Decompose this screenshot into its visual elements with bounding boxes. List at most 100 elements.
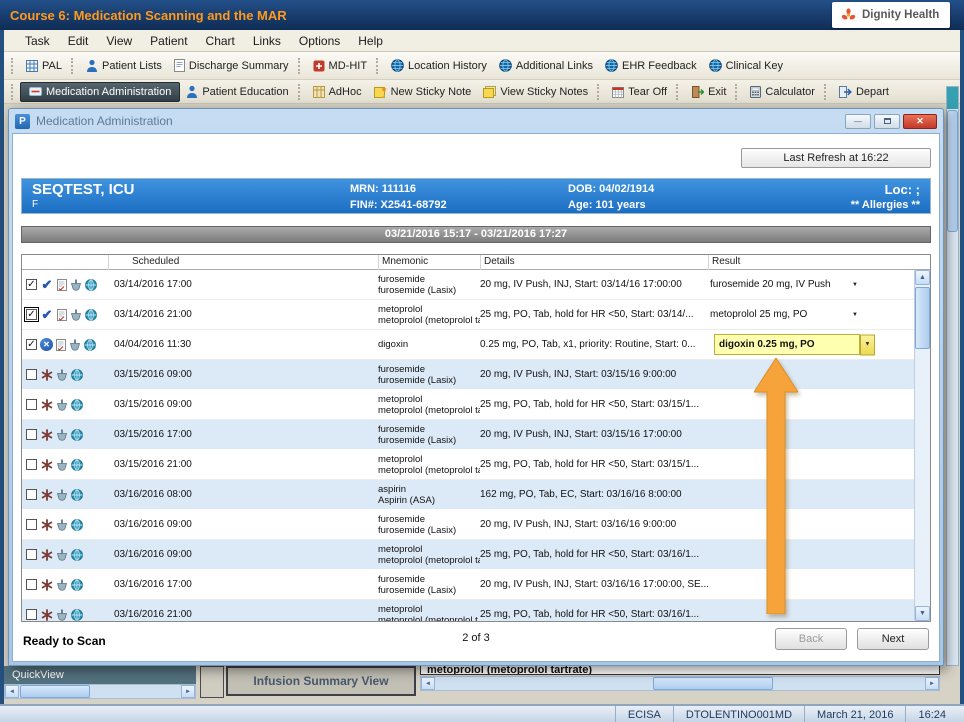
scroll-right-arrow-icon[interactable]: ► [925,677,939,690]
row-checkbox[interactable] [26,579,37,590]
table-row[interactable]: ✕ 04/04/2016 11:30 digoxin 0.25 mg, PO, … [22,330,914,360]
table-row[interactable]: 03/15/2016 09:00 metoprolol metoprolol (… [22,390,914,420]
quickview-tab[interactable]: QuickView [4,666,196,684]
menu-edit[interactable]: Edit [59,32,98,50]
row-checkbox[interactable] [26,369,37,380]
toolbar-calculator-button[interactable]: Calculator [744,84,821,100]
medication-strip-scrollbar[interactable]: ◄ ► [420,676,940,691]
table-row[interactable]: 03/16/2016 09:00 metoprolol metoprolol (… [22,540,914,570]
scrollbar-thumb[interactable] [653,677,773,690]
header-details[interactable]: Details [484,256,515,267]
toolbar-pal-button[interactable]: PAL [20,58,68,74]
toolbar-depart-button[interactable]: Depart [833,84,895,100]
table-row[interactable]: 03/15/2016 09:00 furosemide furosemide (… [22,360,914,390]
table-row[interactable]: 03/16/2016 08:00 aspirin Aspirin (ASA) 1… [22,480,914,510]
table-row[interactable]: 03/16/2016 21:00 metoprolol metoprolol (… [22,600,914,621]
result-cell[interactable] [708,510,914,539]
result-cell[interactable] [708,600,914,621]
row-checkbox[interactable] [26,309,37,320]
last-refresh-button[interactable]: Last Refresh at 16:22 [741,148,931,168]
result-cell[interactable] [708,420,914,449]
row-checkbox[interactable] [26,489,37,500]
restore-button[interactable] [874,114,900,129]
toolbar-md-hit-button[interactable]: MD-HIT [307,58,374,74]
scrollbar-thumb[interactable] [915,287,930,349]
scroll-left-arrow-icon[interactable]: ◄ [421,677,435,690]
toolbar-new-sticky-note-button[interactable]: New Sticky Note [368,84,478,100]
table-row[interactable]: 03/15/2016 21:00 metoprolol metoprolol (… [22,450,914,480]
dropdown-arrow-icon[interactable]: ▼ [852,282,858,288]
result-cell[interactable]: metoprolol 25 mg, PO ▼ [708,300,914,329]
row-icons [22,459,110,471]
header-result[interactable]: Result [712,256,740,267]
row-checkbox[interactable] [26,339,37,350]
result-cell[interactable] [708,360,914,389]
mnemonic-cell: aspirin Aspirin (ASA) [378,484,480,506]
dropdown-arrow-icon[interactable]: ▼ [860,334,875,355]
row-checkbox[interactable] [26,399,37,410]
table-row[interactable]: ✔ 03/14/2016 17:00 furosemide furosemide… [22,270,914,300]
toolbar-view-sticky-notes-button[interactable]: View Sticky Notes [477,84,594,100]
result-cell[interactable] [708,390,914,419]
table-vertical-scrollbar[interactable]: ▲ ▼ [914,270,930,621]
next-button[interactable]: Next [857,628,929,650]
table-row[interactable]: ✔ 03/14/2016 21:00 metoprolol metoprolol… [22,300,914,330]
quickview-scrollbar[interactable]: ◄ ► [4,684,196,699]
table-row[interactable]: 03/15/2016 17:00 furosemide furosemide (… [22,420,914,450]
scrollbar-thumb[interactable] [947,110,958,232]
row-icons: ✔ [22,307,110,323]
menu-chart[interactable]: Chart [197,32,244,50]
close-button[interactable]: ✕ [903,114,937,129]
menu-patient[interactable]: Patient [141,32,196,50]
scroll-up-arrow-icon[interactable]: ▲ [915,270,930,285]
toolbar-grip [376,58,382,74]
drug-name: furosemide [378,514,480,525]
header-scheduled[interactable]: Scheduled [132,256,179,267]
back-button[interactable]: Back [775,628,847,650]
row-checkbox[interactable] [26,549,37,560]
row-checkbox[interactable] [26,429,37,440]
toolbar-medication-administration-button[interactable]: Medication Administration [20,82,180,102]
toolbar-ehr-feedback-button[interactable]: EHR Feedback [599,57,703,74]
result-cell[interactable] [708,480,914,509]
row-checkbox[interactable] [26,609,37,620]
toolbar-patient-education-button[interactable]: Patient Education [180,83,294,100]
infusion-summary-view-button[interactable]: Infusion Summary View [226,666,416,696]
toolbar-exit-button[interactable]: Exit [685,84,732,100]
drug-generic: metoprolol (metoprolol tar... [378,555,480,566]
result-cell[interactable] [708,540,914,569]
toolbar-location-history-button[interactable]: Location History [385,57,493,74]
dropdown-arrow-icon[interactable]: ▼ [852,312,858,318]
row-checkbox[interactable] [26,519,37,530]
scroll-left-arrow-icon[interactable]: ◄ [5,685,19,698]
toolbar-discharge-summary-button[interactable]: Discharge Summary [168,57,295,74]
row-checkbox[interactable] [26,279,37,290]
toolbar-adhoc-button[interactable]: AdHoc [307,84,368,100]
scroll-right-arrow-icon[interactable]: ► [181,685,195,698]
scrollbar-thumb[interactable] [20,685,90,698]
menu-view[interactable]: View [97,32,141,50]
toolbar-patient-lists-button[interactable]: Patient Lists [80,57,168,74]
row-checkbox[interactable] [26,459,37,470]
menu-task[interactable]: Task [16,32,59,50]
result-cell[interactable] [708,570,914,599]
menu-options[interactable]: Options [290,32,349,50]
result-cell[interactable]: digoxin 0.25 mg, PO ▼ [708,330,914,359]
minimize-button[interactable]: — [845,114,871,129]
globe-icon [605,59,618,72]
globe-clock-icon [71,609,83,621]
result-cell[interactable] [708,450,914,479]
table-row[interactable]: 03/16/2016 17:00 furosemide furosemide (… [22,570,914,600]
toolbar-tear-off-button[interactable]: Tear Off [606,84,673,100]
table-row[interactable]: 03/16/2016 09:00 furosemide furosemide (… [22,510,914,540]
menu-links[interactable]: Links [244,32,290,50]
toolbar-additional-links-button[interactable]: Additional Links [493,57,599,74]
window-title-bar[interactable]: P Medication Administration — ✕ [9,109,943,133]
result-cell[interactable]: furosemide 20 mg, IV Push ▼ [708,270,914,299]
menu-help[interactable]: Help [349,32,392,50]
drug-generic: furosemide (Lasix) [378,525,480,536]
app-vertical-scrollbar[interactable] [946,86,959,666]
toolbar-clinical-key-button[interactable]: Clinical Key [703,57,789,74]
scroll-down-arrow-icon[interactable]: ▼ [915,606,930,621]
header-mnemonic[interactable]: Mnemonic [382,256,428,267]
